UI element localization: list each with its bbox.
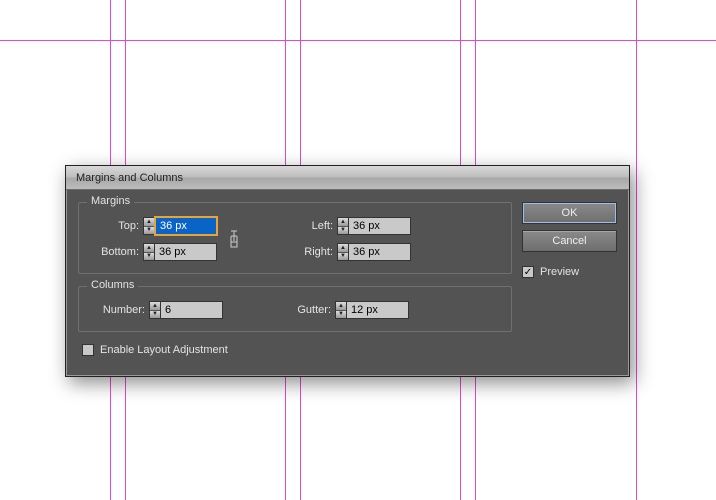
left-input[interactable] (349, 217, 411, 235)
bottom-input[interactable] (155, 243, 217, 261)
chevron-up-icon[interactable]: ▲ (144, 244, 154, 253)
ok-button[interactable]: OK (522, 202, 617, 224)
chevron-up-icon[interactable]: ▲ (336, 302, 346, 311)
right-stepper[interactable]: ▲▼ (337, 243, 349, 261)
bottom-label: Bottom: (89, 246, 139, 258)
top-label: Top: (89, 220, 139, 232)
checkbox-icon[interactable] (82, 344, 94, 356)
right-label: Right: (283, 246, 333, 258)
margins-group: Margins Top: ▲▼ Bottom: (78, 202, 512, 274)
top-stepper[interactable]: ▲▼ (143, 217, 155, 235)
bottom-stepper[interactable]: ▲▼ (143, 243, 155, 261)
enable-layout-adjustment[interactable]: Enable Layout Adjustment (82, 344, 512, 356)
number-stepper[interactable]: ▲▼ (149, 301, 161, 319)
preview-checkbox[interactable]: ✓ Preview (522, 266, 617, 278)
number-label: Number: (89, 304, 145, 316)
link-margins-icon[interactable] (225, 217, 243, 261)
chevron-up-icon[interactable]: ▲ (338, 244, 348, 253)
left-label: Left: (283, 220, 333, 232)
dialog-title: Margins and Columns (76, 172, 183, 184)
cancel-button[interactable]: Cancel (522, 230, 617, 252)
checkbox-icon[interactable]: ✓ (522, 266, 534, 278)
gutter-label: Gutter: (281, 304, 331, 316)
chevron-down-icon[interactable]: ▼ (336, 311, 346, 319)
right-input[interactable] (349, 243, 411, 261)
number-input[interactable] (161, 301, 223, 319)
chevron-down-icon[interactable]: ▼ (144, 253, 154, 261)
chevron-up-icon[interactable]: ▲ (338, 218, 348, 227)
chevron-down-icon[interactable]: ▼ (144, 227, 154, 235)
chevron-up-icon[interactable]: ▲ (150, 302, 160, 311)
chevron-up-icon[interactable]: ▲ (144, 218, 154, 227)
guide-vertical (636, 0, 637, 500)
top-input[interactable] (155, 217, 217, 235)
left-stepper[interactable]: ▲▼ (337, 217, 349, 235)
preview-label: Preview (540, 266, 579, 278)
margins-columns-dialog: Margins and Columns Margins Top: ▲▼ (65, 165, 630, 377)
chevron-down-icon[interactable]: ▼ (338, 227, 348, 235)
gutter-stepper[interactable]: ▲▼ (335, 301, 347, 319)
columns-group: Columns Number: ▲▼ Gutter: (78, 286, 512, 332)
chevron-down-icon[interactable]: ▼ (338, 253, 348, 261)
gutter-input[interactable] (347, 301, 409, 319)
columns-legend: Columns (87, 279, 138, 291)
chevron-down-icon[interactable]: ▼ (150, 311, 160, 319)
guide-horizontal (0, 40, 716, 41)
margins-legend: Margins (87, 195, 134, 207)
dialog-titlebar[interactable]: Margins and Columns (66, 166, 629, 190)
adjust-label: Enable Layout Adjustment (100, 344, 228, 356)
